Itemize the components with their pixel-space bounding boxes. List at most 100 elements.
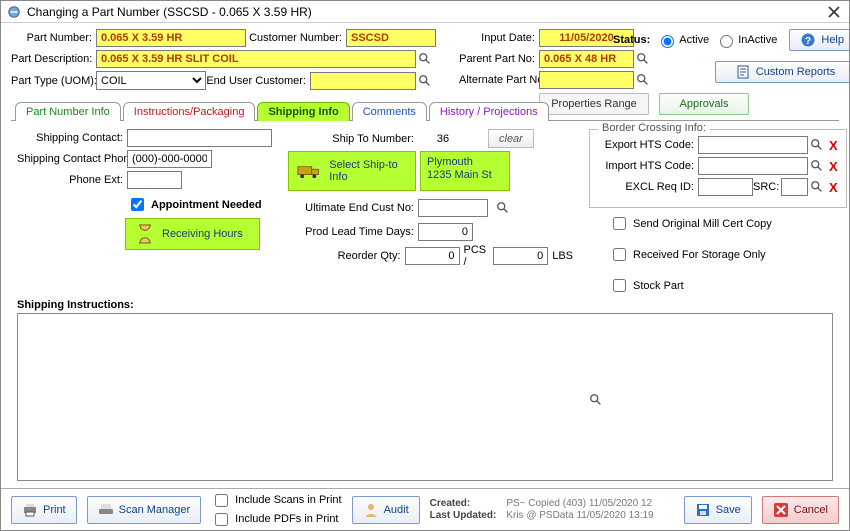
reorder-qty-label: Reorder Qty: [288,250,405,262]
include-pdfs-checkbox[interactable]: Include PDFs in Print [211,510,341,529]
export-hts-label: Export HTS Code: [598,139,698,151]
part-number-label: Part Number: [11,32,96,44]
phone-ext-label: Phone Ext: [17,174,127,186]
audit-icon [363,502,379,518]
lead-time-field[interactable] [418,223,473,241]
select-shipto-button[interactable]: Select Ship-to Info [288,151,416,191]
ultimate-end-cust-label: Ultimate End Cust No: [288,202,418,214]
parent-part-field[interactable] [539,50,634,68]
stock-part-checkbox[interactable]: Stock Part [609,276,847,295]
lead-time-label: Prod Lead Time Days: [288,226,418,238]
instructions-search-icon[interactable] [587,391,605,409]
tab-history-projections[interactable]: History / Projections [429,102,549,121]
printer-icon [22,502,38,518]
end-user-field[interactable] [310,72,416,90]
cancel-button[interactable]: Cancel [762,496,839,524]
ultimate-end-cust-field[interactable] [418,199,488,217]
help-button[interactable]: ? Help [789,29,849,51]
shipping-contact-field[interactable] [127,129,272,147]
truck-icon [297,162,321,180]
alternate-part-label: Alternate Part No: [459,74,539,86]
tab-instructions-packaging[interactable]: Instructions/Packaging [123,102,256,121]
excl-req-field[interactable] [698,178,753,196]
export-hts-field[interactable] [698,136,808,154]
status-inactive-radio[interactable]: InActive [715,32,777,48]
part-type-select[interactable]: COIL [96,71,206,90]
reorder-pcs-field[interactable] [405,247,460,265]
approvals-button[interactable]: Approvals [659,93,749,115]
receiving-hours-button[interactable]: Receiving Hours [125,218,260,250]
app-icon [7,5,21,19]
ultimate-end-cust-search-icon[interactable] [494,199,512,217]
scanner-icon [98,502,114,518]
custom-reports-button[interactable]: Custom Reports [715,61,849,83]
input-date-label: Input Date: [459,32,539,44]
shipping-phone-field[interactable] [127,150,212,168]
shipping-instructions-label: Shipping Instructions: [17,299,833,311]
scan-manager-button[interactable]: Scan Manager [87,496,202,524]
parent-part-label: Parent Part No: [459,53,539,65]
shipping-phone-label: Shipping Contact Phone: [17,153,127,165]
src-label: SRC: [753,181,781,193]
print-button[interactable]: Print [11,496,77,524]
shipto-number-label: Ship To Number: [288,133,418,145]
report-icon [735,64,751,80]
src-field[interactable] [781,178,808,196]
export-hts-search-icon[interactable] [808,136,826,154]
import-hts-search-icon[interactable] [808,157,826,175]
export-hts-clear-icon[interactable]: X [829,138,838,153]
parent-part-search-icon[interactable] [634,50,652,68]
include-scans-checkbox[interactable]: Include Scans in Print [211,491,341,510]
send-original-mill-cert-checkbox[interactable]: Send Original Mill Cert Copy [609,214,847,233]
customer-number-label: Customer Number: [246,32,346,44]
svg-text:?: ? [805,36,811,47]
pcs-unit-label: PCS / [464,244,490,268]
excl-search-icon[interactable] [808,178,826,196]
updated-value: Kris @ PSData 11/05/2020 13:19 [506,510,653,522]
save-button[interactable]: Save [684,496,752,524]
shipping-instructions-textarea[interactable] [17,313,833,481]
audit-button[interactable]: Audit [352,496,420,524]
alternate-part-field[interactable] [539,71,634,89]
lbs-unit-label: LBS [552,250,573,262]
part-type-label: Part Type (UOM): [11,75,96,87]
hourglass-icon [136,223,154,245]
part-desc-label: Part Description: [11,53,96,65]
tab-comments[interactable]: Comments [352,102,427,121]
window-title: Changing a Part Number (SSCSD - 0.065 X … [27,5,825,19]
part-number-field[interactable] [96,29,246,47]
import-hts-label: Import HTS Code: [598,160,698,172]
end-user-label: End User Customer: [206,75,310,87]
customer-number-field[interactable] [346,29,436,47]
excl-clear-icon[interactable]: X [829,180,838,195]
close-button[interactable] [825,3,843,21]
shipto-number-value: 36 [418,133,468,145]
updated-label: Last Updated: [430,510,497,521]
shipto-address-box: Plymouth 1235 Main St [420,151,510,191]
excl-req-label: EXCL Req ID: [598,181,698,193]
shipping-contact-label: Shipping Contact: [17,132,127,144]
appointment-needed-checkbox[interactable]: Appointment Needed [127,195,262,214]
save-icon [695,502,711,518]
part-desc-field[interactable] [96,50,416,68]
end-user-search-icon[interactable] [416,72,434,90]
cancel-icon [773,502,789,518]
created-value: PS~ Copied (403) 11/05/2020 12 [506,498,653,510]
border-crossing-fieldset: Border Crossing Info: Export HTS Code: X… [589,129,847,208]
received-for-storage-checkbox[interactable]: Received For Storage Only [609,245,847,264]
part-desc-search-icon[interactable] [416,50,434,68]
status-label: Status: [613,34,650,46]
properties-range-button[interactable]: Properties Range [539,93,649,115]
phone-ext-field[interactable] [127,171,182,189]
import-hts-field[interactable] [698,157,808,175]
status-active-radio[interactable]: Active [656,32,709,48]
reorder-lbs-field[interactable] [493,247,548,265]
clear-button[interactable]: clear [488,129,534,148]
import-hts-clear-icon[interactable]: X [829,159,838,174]
tab-shipping-info[interactable]: Shipping Info [257,102,349,121]
tab-part-number-info[interactable]: Part Number Info [15,102,121,121]
created-label: Created: [430,498,471,509]
border-crossing-legend: Border Crossing Info: [598,122,710,134]
alternate-part-search-icon[interactable] [634,71,652,89]
help-icon: ? [800,32,816,48]
